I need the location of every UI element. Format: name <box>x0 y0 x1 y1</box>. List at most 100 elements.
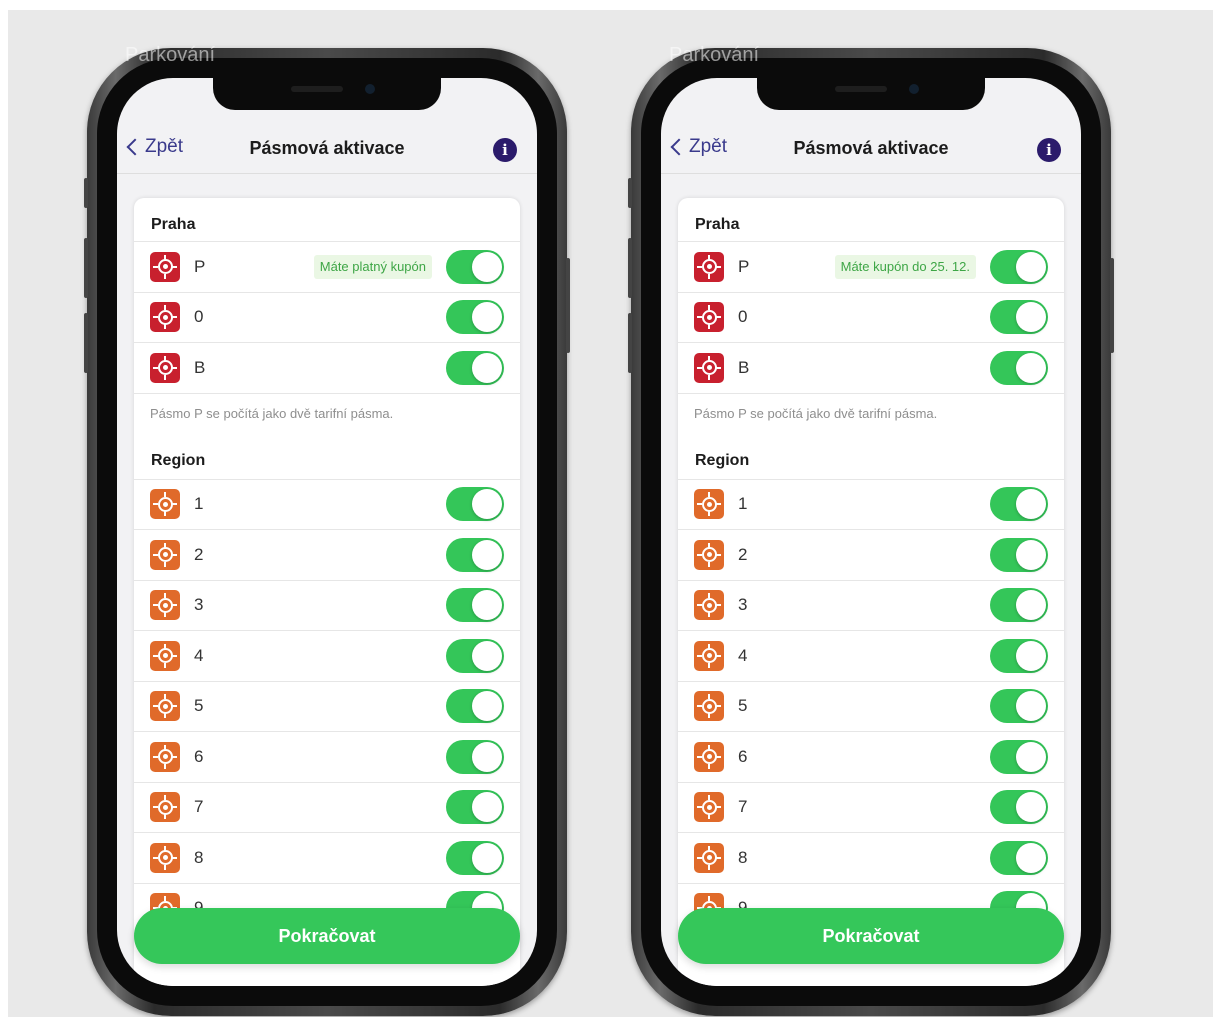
zone-toggle[interactable] <box>990 537 1048 572</box>
zone-row: 5 <box>134 682 520 732</box>
target-icon <box>150 741 180 772</box>
toggle-knob <box>472 640 502 671</box>
toggle-knob <box>472 489 502 520</box>
zone-row: 2 <box>134 530 520 581</box>
window-title: Parkování <box>125 44 216 66</box>
zone-label: 5 <box>738 696 748 716</box>
speaker-grille <box>835 86 887 92</box>
zone-row: 7 <box>678 783 1064 833</box>
zone-toggle[interactable] <box>446 790 504 825</box>
zone-row: 0 <box>678 293 1064 343</box>
zone-label: 2 <box>194 544 204 564</box>
phone-frame-1: Parkování Zpět Pásmová aktivace i Praha … <box>84 44 570 1016</box>
zone-row: 4 <box>134 631 520 682</box>
toggle-knob <box>1016 352 1046 383</box>
zone-toggle[interactable] <box>446 638 504 673</box>
zone-toggle[interactable] <box>990 840 1048 875</box>
target-icon <box>150 590 180 621</box>
zone-toggle[interactable] <box>990 638 1048 673</box>
zone-label: 4 <box>194 645 204 665</box>
navigation-bar: Zpět Pásmová aktivace i <box>117 126 537 174</box>
zone-label: 8 <box>738 847 748 867</box>
toggle-knob <box>1016 489 1046 520</box>
target-icon <box>150 539 180 570</box>
target-icon <box>150 640 180 671</box>
zone-note: Pásmo P se počítá jako dvě tarifní pásma… <box>150 405 394 421</box>
zone-label: 7 <box>738 797 748 817</box>
navigation-bar: Zpět Pásmová aktivace i <box>661 126 1081 174</box>
zone-row: 6 <box>678 732 1064 783</box>
zone-label: 8 <box>194 847 204 867</box>
zone-toggle[interactable] <box>446 350 504 385</box>
toggle-knob <box>1016 539 1046 570</box>
zone-label: 3 <box>738 595 748 615</box>
zone-label: 0 <box>738 307 748 327</box>
target-icon <box>694 352 724 383</box>
target-icon <box>694 741 724 772</box>
target-icon <box>150 792 180 823</box>
notch <box>757 78 985 110</box>
section-title-region: Region <box>678 438 1064 480</box>
toggle-knob <box>1016 590 1046 621</box>
zone-toggle[interactable] <box>990 588 1048 623</box>
page-title: Pásmová aktivace <box>249 138 405 158</box>
zone-label: 3 <box>194 595 204 615</box>
zone-row: 6 <box>134 732 520 783</box>
zone-toggle[interactable] <box>446 840 504 875</box>
toggle-knob <box>472 302 502 333</box>
toggle-knob <box>472 691 502 722</box>
toggle-knob <box>472 352 502 383</box>
info-icon[interactable]: i <box>493 138 517 162</box>
target-icon <box>694 640 724 671</box>
section-title-region: Region <box>134 438 520 480</box>
zone-toggle[interactable] <box>990 790 1048 825</box>
zone-toggle[interactable] <box>446 689 504 724</box>
zone-toggle[interactable] <box>446 487 504 522</box>
zone-row: B <box>134 343 520 394</box>
zone-row: 3 <box>134 581 520 631</box>
target-icon <box>694 792 724 823</box>
phone-screen: Zpět Pásmová aktivace i Praha P Máte plat… <box>117 78 537 986</box>
zone-toggle[interactable] <box>990 300 1048 335</box>
zone-label: 6 <box>194 746 204 766</box>
zone-label: 1 <box>194 494 204 514</box>
zone-toggle[interactable] <box>990 350 1048 385</box>
zone-row: 8 <box>678 833 1064 884</box>
continue-button[interactable]: Pokračovat <box>134 908 520 964</box>
zone-toggle[interactable] <box>990 689 1048 724</box>
zone-row: 1 <box>134 480 520 530</box>
coupon-badge: Máte platný kupón <box>313 254 432 279</box>
zone-toggle[interactable] <box>446 537 504 572</box>
zone-row: 2 <box>678 530 1064 581</box>
target-icon <box>150 352 180 383</box>
speaker-grille <box>291 86 343 92</box>
zone-toggle[interactable] <box>990 739 1048 774</box>
zone-row: P Máte kupón do 25. 12. <box>678 242 1064 293</box>
zone-row: B <box>678 343 1064 394</box>
zones-card: Praha P Máte kupón do 25. 12. 0 B Pásmo P s… <box>678 198 1064 986</box>
zones-card: Praha P Máte platný kupón 0 B Pásmo P se po… <box>134 198 520 986</box>
zone-toggle[interactable] <box>446 300 504 335</box>
zone-toggle[interactable] <box>446 588 504 623</box>
toggle-knob <box>472 590 502 621</box>
toggle-knob <box>472 741 502 772</box>
zone-toggle[interactable] <box>446 739 504 774</box>
target-icon <box>694 251 724 282</box>
zone-toggle[interactable] <box>990 249 1048 284</box>
zone-row: 3 <box>678 581 1064 631</box>
zone-note: Pásmo P se počítá jako dvě tarifní pásma… <box>694 405 938 421</box>
section-title-praha: Praha <box>134 198 520 242</box>
continue-button[interactable]: Pokračovat <box>678 908 1064 964</box>
zone-label: 1 <box>738 494 748 514</box>
notch <box>213 78 441 110</box>
zone-toggle[interactable] <box>446 249 504 284</box>
zone-toggle[interactable] <box>990 487 1048 522</box>
target-icon <box>150 489 180 520</box>
target-icon <box>694 302 724 333</box>
zone-label: B <box>738 357 750 377</box>
zone-row: 1 <box>678 480 1064 530</box>
target-icon <box>150 691 180 722</box>
zone-label: P <box>194 256 206 276</box>
info-icon[interactable]: i <box>1037 138 1061 162</box>
target-icon <box>150 302 180 333</box>
